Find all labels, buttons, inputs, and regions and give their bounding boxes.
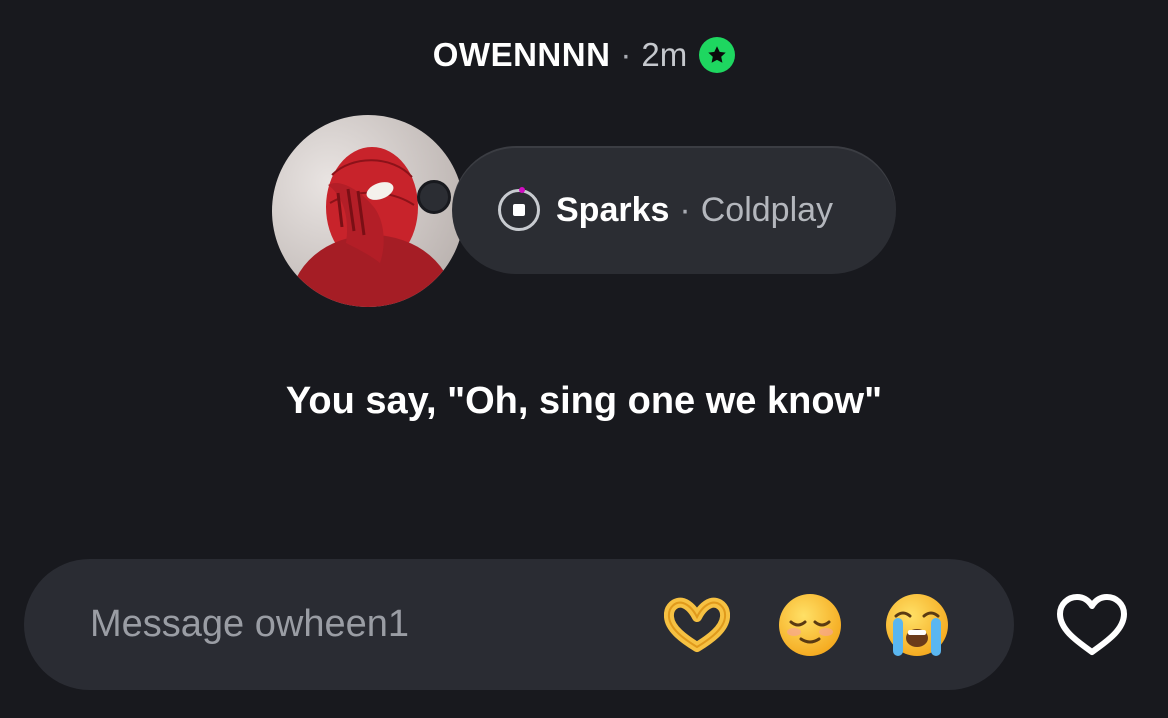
note-connector-dot [417, 180, 451, 214]
stop-icon[interactable] [498, 187, 540, 231]
loudly-crying-face-emoji[interactable] [884, 592, 950, 658]
song-title: Sparks [556, 190, 670, 229]
song-separator: · [679, 190, 691, 229]
music-note-bubble[interactable]: Sparks · Coldplay [452, 146, 896, 274]
post-time: 2m [641, 36, 688, 73]
heart-outline-icon[interactable] [1054, 592, 1130, 658]
artist-name: Coldplay [700, 190, 834, 229]
message-input[interactable] [88, 602, 612, 647]
username[interactable]: OWENNNN [433, 36, 611, 74]
message-composer [24, 559, 1014, 690]
story-reply-screen: OWENNNN · 2m Sparks · Coldplay You say, … [0, 0, 1168, 718]
star-icon [699, 37, 736, 73]
heart-hands-emoji[interactable] [664, 592, 730, 658]
story-header: OWENNNN · 2m [0, 32, 1168, 78]
header-separator: · [620, 36, 632, 73]
story-message-text: You say, "Oh, sing one we know" [285, 380, 883, 422]
relieved-face-emoji[interactable] [777, 592, 843, 658]
